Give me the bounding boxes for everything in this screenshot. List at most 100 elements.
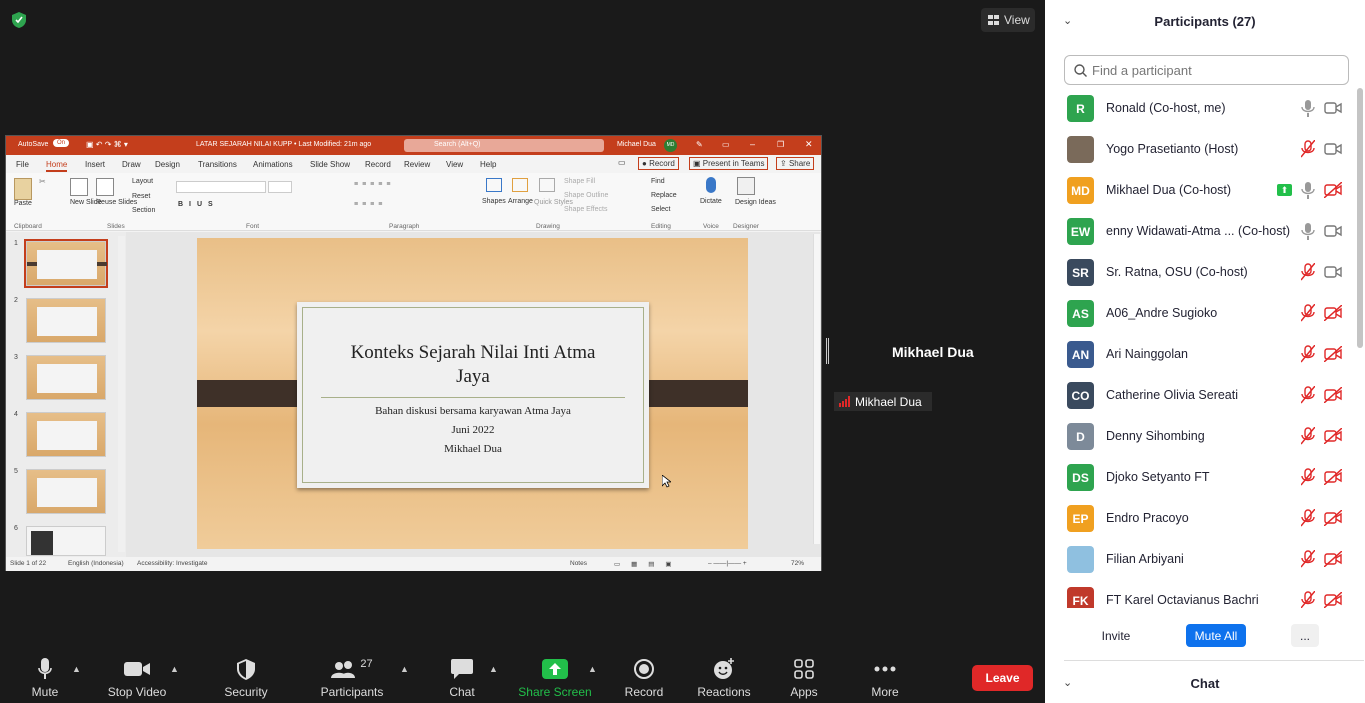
- video-icon[interactable]: [1324, 223, 1342, 239]
- audio-options-caret[interactable]: ▲: [72, 664, 81, 674]
- muted-microphone-icon[interactable]: [1300, 262, 1316, 281]
- reactions-button[interactable]: Reactions: [696, 655, 752, 699]
- video-off-icon[interactable]: [1323, 509, 1343, 527]
- mute-button[interactable]: Mute: [25, 655, 65, 699]
- menu-transitions[interactable]: Transitions: [198, 160, 237, 169]
- arrange-icon[interactable]: [512, 178, 528, 192]
- muted-microphone-icon[interactable]: [1300, 549, 1316, 568]
- slide-thumbnail[interactable]: [26, 526, 106, 556]
- menu-help[interactable]: Help: [480, 160, 496, 169]
- muted-microphone-icon[interactable]: [1300, 590, 1316, 608]
- video-options-caret[interactable]: ▲: [170, 664, 179, 674]
- shape-outline-button[interactable]: Shape Outline: [564, 192, 608, 199]
- menu-animations[interactable]: Animations: [253, 160, 293, 169]
- menu-slideshow[interactable]: Slide Show: [310, 160, 350, 169]
- user-avatar[interactable]: MD: [664, 139, 677, 152]
- participants-button[interactable]: 27 Participants: [316, 655, 388, 699]
- ribbon-display-icon[interactable]: ▭: [722, 140, 730, 149]
- font-name-field[interactable]: [176, 181, 266, 193]
- participant-row[interactable]: SR Sr. Ratna, OSU (Co-host): [1045, 252, 1355, 293]
- language-status[interactable]: English (Indonesia): [68, 560, 124, 567]
- participant-row[interactable]: EW enny Widawati-Atma ... (Co-host): [1045, 211, 1355, 252]
- microphone-icon[interactable]: [1301, 181, 1315, 199]
- muted-microphone-icon[interactable]: [1300, 139, 1316, 158]
- menu-insert[interactable]: Insert: [85, 160, 105, 169]
- participant-row[interactable]: Yogo Prasetianto (Host): [1045, 129, 1355, 170]
- slide-thumbnail[interactable]: [26, 469, 106, 514]
- invite-button[interactable]: Invite: [1090, 624, 1142, 647]
- view-mode-icons[interactable]: ▭▦▤▣: [614, 560, 683, 568]
- share-options-caret[interactable]: ▲: [588, 664, 597, 674]
- participant-row[interactable]: AN Ari Nainggolan: [1045, 334, 1355, 375]
- video-off-icon[interactable]: [1323, 591, 1343, 608]
- arrange-label[interactable]: Arrange: [508, 198, 533, 205]
- mute-all-button[interactable]: Mute All: [1186, 624, 1246, 647]
- muted-microphone-icon[interactable]: [1300, 303, 1316, 322]
- canvas-scrollbar[interactable]: [813, 234, 820, 544]
- pen-icon[interactable]: ✎: [696, 140, 703, 149]
- participant-row[interactable]: DS Djoko Setyanto FT: [1045, 457, 1355, 498]
- shapes-label[interactable]: Shapes: [482, 198, 506, 205]
- menu-file[interactable]: File: [16, 160, 29, 169]
- video-icon[interactable]: [1324, 264, 1342, 280]
- menu-record[interactable]: Record: [365, 160, 391, 169]
- shape-fill-button[interactable]: Shape Fill: [564, 178, 595, 185]
- participant-row[interactable]: CO Catherine Olivia Sereati: [1045, 375, 1355, 416]
- video-off-icon[interactable]: [1323, 427, 1343, 445]
- design-ideas-label[interactable]: Design Ideas: [735, 198, 776, 207]
- chat-button[interactable]: Chat: [444, 655, 480, 699]
- document-title[interactable]: LATAR SEJARAH NILAI KUPP • Last Modified…: [196, 141, 371, 148]
- minimize-icon[interactable]: –: [750, 139, 755, 149]
- maximize-icon[interactable]: ❐: [777, 140, 784, 149]
- muted-microphone-icon[interactable]: [1300, 385, 1316, 404]
- participant-row[interactable]: D Denny Sihombing: [1045, 416, 1355, 457]
- dictate-label[interactable]: Dictate: [700, 198, 722, 205]
- stop-video-button[interactable]: Stop Video: [104, 655, 170, 699]
- align-icons[interactable]: ≡≡≡≡: [354, 201, 386, 208]
- participant-list-scrollbar[interactable]: [1357, 88, 1363, 348]
- participant-row[interactable]: AS A06_Andre Sugioko: [1045, 293, 1355, 334]
- participant-row[interactable]: FK FT Karel Octavianus Bachri: [1045, 580, 1355, 608]
- design-ideas-icon[interactable]: [737, 177, 755, 195]
- paste-label[interactable]: Paste: [14, 200, 32, 207]
- video-off-icon[interactable]: [1323, 181, 1343, 199]
- participant-row[interactable]: Filian Arbiyani: [1045, 539, 1355, 580]
- zoom-slider[interactable]: – ——|—— +: [708, 560, 747, 567]
- quick-styles-label[interactable]: Quick Styles: [534, 198, 573, 207]
- muted-microphone-icon[interactable]: [1300, 344, 1316, 363]
- comments-icon[interactable]: ▭: [618, 158, 626, 167]
- video-off-icon[interactable]: [1323, 386, 1343, 404]
- autosave-toggle[interactable]: On: [53, 139, 70, 147]
- muted-microphone-icon[interactable]: [1300, 467, 1316, 486]
- slide-thumbnail[interactable]: [26, 355, 106, 400]
- current-slide[interactable]: Konteks Sejarah Nilai Inti Atma Jaya Bah…: [197, 238, 748, 549]
- security-button[interactable]: Security: [220, 655, 272, 699]
- reuse-slides-icon[interactable]: [96, 178, 114, 196]
- section-button[interactable]: Section: [132, 207, 155, 214]
- video-off-icon[interactable]: [1323, 345, 1343, 363]
- zoom-level[interactable]: 72%: [791, 560, 804, 567]
- slide-thumbnail[interactable]: [24, 239, 108, 288]
- menu-home[interactable]: Home: [46, 160, 68, 172]
- reset-button[interactable]: Reset: [132, 193, 150, 200]
- menu-view[interactable]: View: [446, 160, 463, 169]
- ppt-search-box[interactable]: Search (Alt+Q): [404, 139, 604, 152]
- list-icons[interactable]: ≡≡≡≡≡: [354, 181, 394, 188]
- share-screen-button[interactable]: Share Screen: [518, 655, 592, 699]
- muted-microphone-icon[interactable]: [1300, 508, 1316, 527]
- video-icon[interactable]: [1324, 141, 1342, 157]
- video-off-icon[interactable]: [1323, 304, 1343, 322]
- select-button[interactable]: Select: [651, 206, 670, 213]
- leave-button[interactable]: Leave: [972, 665, 1033, 691]
- thumbnail-scrollbar[interactable]: [118, 236, 125, 552]
- more-options-button[interactable]: ...: [1291, 624, 1319, 647]
- menu-design[interactable]: Design: [155, 160, 180, 169]
- more-button[interactable]: More: [866, 655, 904, 699]
- font-format-icons[interactable]: BIUS: [178, 201, 219, 208]
- share-ppt-button[interactable]: ⇪ Share: [776, 157, 815, 170]
- participant-row[interactable]: EP Endro Pracoyo: [1045, 498, 1355, 539]
- video-off-icon[interactable]: [1323, 550, 1343, 568]
- slide-thumbnail[interactable]: [26, 298, 106, 343]
- shapes-icon[interactable]: [486, 178, 502, 192]
- dictate-icon[interactable]: [706, 177, 716, 193]
